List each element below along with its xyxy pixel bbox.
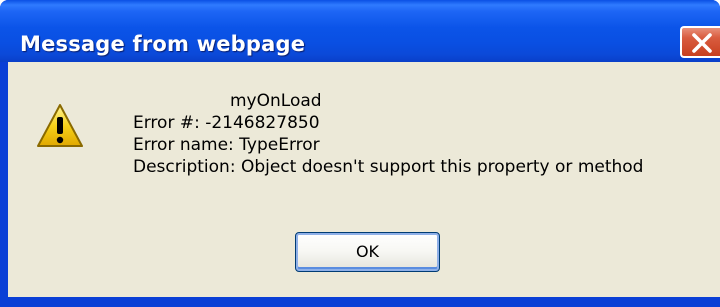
ok-button[interactable]: OK — [295, 232, 440, 272]
message-description: Description: Object doesn't support this… — [133, 157, 644, 177]
message-error-name: Error name: TypeError — [133, 135, 320, 155]
dialog-body: myOnLoad Error #: -2146827850 Error name… — [8, 62, 720, 297]
message-text: myOnLoad Error #: -2146827850 Error name… — [133, 90, 720, 178]
close-icon — [692, 33, 712, 53]
message-function-name: myOnLoad — [230, 91, 322, 111]
close-button[interactable] — [680, 26, 720, 58]
title-bar[interactable]: Message from webpage — [0, 0, 720, 62]
warning-icon — [37, 104, 83, 147]
ok-button-label: OK — [355, 242, 380, 261]
message-error-number: Error #: -2146827850 — [133, 113, 320, 133]
window-frame-bottom — [0, 297, 720, 307]
dialog-window: Message from webpage myOnLoad Error #: -… — [0, 0, 720, 307]
window-title: Message from webpage — [20, 32, 306, 56]
